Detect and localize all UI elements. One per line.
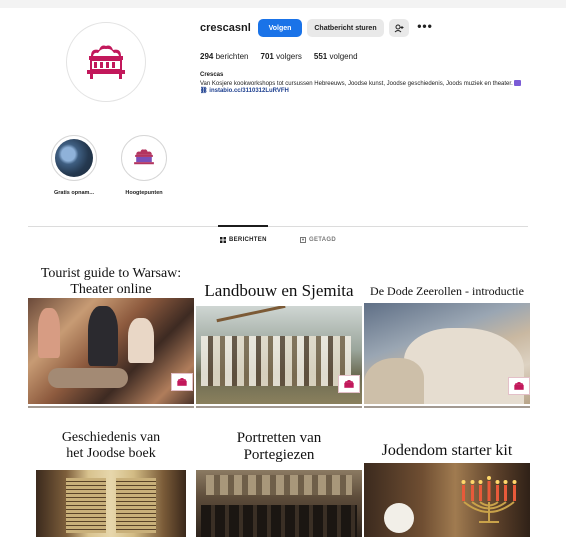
tab-posts[interactable]: BERICHTEN <box>220 237 267 243</box>
grid-icon <box>220 237 226 243</box>
post-tile-jodendom-starter[interactable]: Jodendom starter kit <box>364 420 530 537</box>
tab-tagged[interactable]: GETAGD <box>300 237 336 243</box>
highlight-cover <box>121 135 167 181</box>
post-title: Tourist guide to Warsaw: Theater online <box>40 266 182 297</box>
profile-bio: Crescas Van Kosjere kookworkshops tot cu… <box>200 72 530 96</box>
highlight-label: Gratis opnam... <box>53 190 95 196</box>
tool-shape <box>216 306 286 323</box>
highlight-label: Hoogtepunten <box>125 190 163 196</box>
crescas-logo-icon <box>134 149 154 165</box>
tag-icon <box>300 237 306 243</box>
post-tile-joodse-boek[interactable]: Geschiedenis van het Joodse boek <box>28 420 194 537</box>
figure-shape <box>38 308 60 358</box>
cliff-shape <box>364 358 424 404</box>
highlight-image <box>55 139 93 177</box>
figure-shape <box>128 318 154 363</box>
post-tile-portegiezen[interactable]: Portretten van Portegiezen <box>196 420 362 537</box>
figure-shape <box>88 306 118 366</box>
tab-label: BERICHTEN <box>229 237 267 243</box>
highlight-hoogtepunten[interactable]: Hoogtepunten <box>114 135 174 196</box>
crescas-badge-icon <box>338 375 360 393</box>
tabs-divider <box>28 226 528 227</box>
post-title: Portretten van Portegiezen <box>236 430 322 463</box>
tab-label: GETAGD <box>309 237 337 243</box>
followers-stat[interactable]: 701 volgers <box>261 52 302 61</box>
highlight-gratis-opnamen[interactable]: Gratis opnam... <box>44 135 104 196</box>
profile-username: crescasnl <box>200 22 251 34</box>
profile-avatar[interactable] <box>66 22 146 102</box>
menorah-icon <box>461 476 517 523</box>
post-divider <box>28 406 194 408</box>
suggest-accounts-button[interactable] <box>389 19 409 37</box>
crescas-logo-icon <box>87 45 125 79</box>
bio-name: Crescas <box>200 72 224 78</box>
crescas-badge-icon <box>171 373 193 391</box>
active-tab-indicator <box>218 225 268 227</box>
follow-button[interactable]: Volgen <box>258 19 302 37</box>
more-options-button[interactable]: ••• <box>414 17 436 35</box>
post-image <box>28 298 194 404</box>
post-divider <box>364 406 530 408</box>
bio-link[interactable]: ⛓ instabio.cc/3110312LuRVFH <box>200 88 530 96</box>
posts-stat: 294 berichten <box>200 52 249 61</box>
profile-stats: 294 berichten 701 volgers 551 volgend <box>200 52 358 61</box>
bio-text: Van Kosjere kookworkshops tot cursussen … <box>200 79 530 89</box>
text-lines <box>116 478 156 533</box>
theater-emoji-icon <box>514 79 522 86</box>
post-image <box>36 470 186 537</box>
more-dots-icon: ••• <box>417 19 433 33</box>
post-image <box>364 303 530 404</box>
post-title: Jodendom starter kit <box>381 442 513 459</box>
highlight-cover <box>51 135 97 181</box>
top-bar <box>0 0 566 8</box>
crowd <box>201 505 357 537</box>
link-icon: ⛓ <box>200 88 208 94</box>
post-title: Geschiedenis van het Joodse boek <box>61 430 161 461</box>
post-title: De Dode Zeerollen - introductie <box>370 284 524 298</box>
figures-row <box>201 336 351 386</box>
figure-shape <box>48 368 128 388</box>
post-image <box>364 463 530 537</box>
post-divider <box>196 406 362 408</box>
arches <box>206 475 352 495</box>
post-tile-warsaw-theater[interactable]: Tourist guide to Warsaw: Theater online <box>28 263 194 411</box>
send-message-button[interactable]: Chatbericht sturen <box>307 19 384 37</box>
post-image <box>196 470 362 537</box>
post-tile-dode-zeerollen[interactable]: De Dode Zeerollen - introductie <box>364 263 530 411</box>
post-title: Landbouw en Sjemita <box>204 281 354 300</box>
text-lines <box>66 478 106 533</box>
post-tile-landbouw[interactable]: Landbouw en Sjemita <box>196 263 362 411</box>
add-person-icon <box>394 24 404 32</box>
crescas-badge-icon <box>508 377 530 395</box>
following-stat[interactable]: 551 volgend <box>314 52 358 61</box>
cup-shape <box>384 503 414 533</box>
